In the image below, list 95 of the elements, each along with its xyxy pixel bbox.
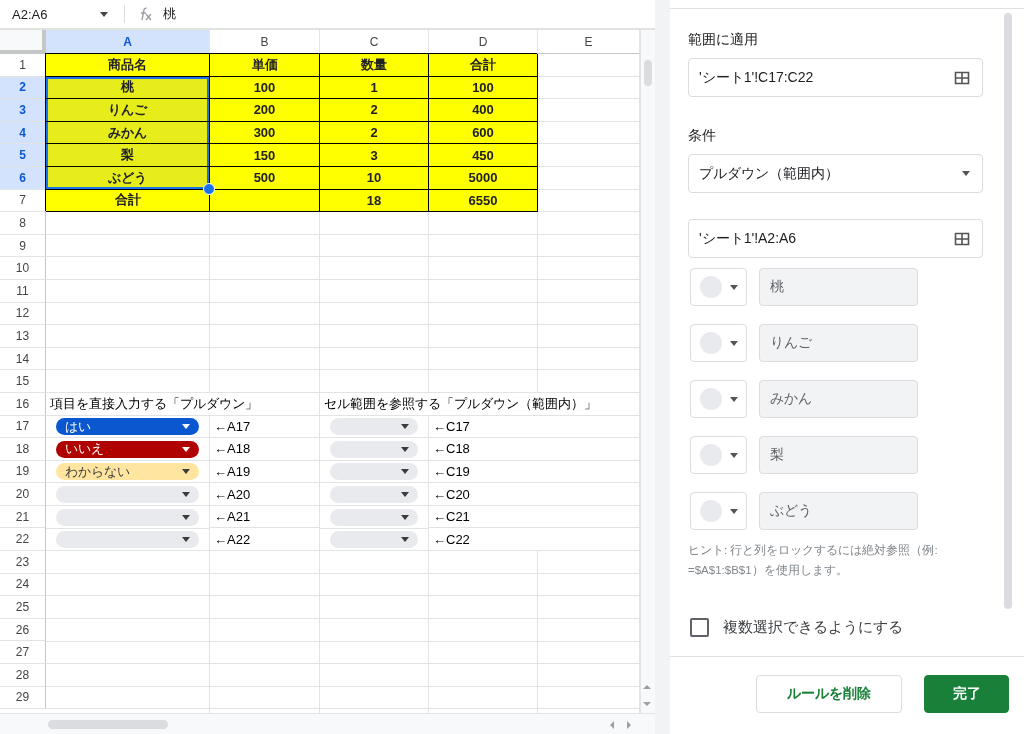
- corner-header[interactable]: [0, 30, 46, 54]
- table-cell: 3: [320, 144, 429, 167]
- table-cell: 6550: [429, 189, 538, 213]
- column-header[interactable]: A: [46, 30, 210, 54]
- table-cell: 合計: [429, 54, 538, 77]
- dropdown-chip[interactable]: [330, 531, 418, 549]
- option-field[interactable]: みかん: [759, 380, 918, 418]
- table-cell: 数量: [320, 54, 429, 77]
- color-picker-button[interactable]: [690, 380, 747, 418]
- caret-icon: [182, 446, 190, 452]
- color-picker-button[interactable]: [690, 324, 747, 362]
- table-cell: ←C22: [429, 528, 640, 552]
- row-header[interactable]: 5: [0, 144, 46, 167]
- row-header[interactable]: 22: [0, 528, 46, 552]
- color-picker-button[interactable]: [690, 268, 747, 306]
- caret-icon: [730, 452, 738, 458]
- caret-icon: [730, 508, 738, 514]
- grid-icon[interactable]: [954, 230, 970, 247]
- row-header[interactable]: 6: [0, 166, 46, 190]
- caret-icon: [401, 469, 409, 475]
- row-header[interactable]: 4: [0, 121, 46, 145]
- horizontal-scrollbar[interactable]: [0, 713, 655, 734]
- dropdown-chip[interactable]: [330, 418, 418, 436]
- dropdown-chip[interactable]: [330, 440, 418, 458]
- table-cell: 500: [210, 166, 320, 190]
- checkbox[interactable]: [690, 618, 709, 637]
- dropdown-chip[interactable]: [330, 508, 418, 526]
- field-label: 条件: [688, 127, 717, 145]
- table-cell: みかん: [46, 121, 210, 145]
- option-field[interactable]: ぶどう: [759, 492, 918, 530]
- caret-icon: [730, 284, 738, 290]
- vertical-scrollbar[interactable]: [640, 30, 655, 714]
- row-header[interactable]: 3: [0, 99, 46, 122]
- table-cell: 桃: [46, 76, 210, 100]
- caret-icon: [730, 340, 738, 346]
- option-field[interactable]: りんご: [759, 324, 918, 362]
- dropdown-chip[interactable]: [330, 463, 418, 481]
- caret-icon: [401, 446, 409, 452]
- caret-icon: [401, 424, 409, 430]
- checkbox-label: 複数選択できるようにする: [723, 618, 903, 637]
- dropdown-chip[interactable]: わからない: [56, 463, 199, 481]
- formula-field[interactable]: 桃: [163, 5, 176, 23]
- caret-icon: [182, 514, 190, 520]
- dropdown-chip[interactable]: [56, 486, 199, 504]
- table-cell: 150: [210, 144, 320, 167]
- row-header[interactable]: 21: [0, 505, 46, 529]
- caret-icon: [730, 396, 738, 402]
- caret-icon: [100, 11, 108, 17]
- option-field[interactable]: 桃: [759, 268, 918, 306]
- grid-icon[interactable]: [954, 69, 970, 86]
- table-cell: 合計: [46, 189, 210, 213]
- condition-dropdown[interactable]: プルダウン（範囲内）: [688, 154, 983, 193]
- scrollbar[interactable]: [1004, 13, 1012, 609]
- table-cell: 10: [320, 166, 429, 190]
- caret-icon: [401, 492, 409, 498]
- table-cell: 200: [210, 99, 320, 122]
- table-cell: 2: [320, 99, 429, 122]
- table-cell: ←C21: [429, 505, 640, 529]
- row-header[interactable]: 2: [0, 76, 46, 100]
- table-cell: 5000: [429, 166, 538, 190]
- hint-text: ヒント: 行と列をロックするには絶対参照（例: =$A$1:$B$1）を使用します。: [688, 543, 939, 578]
- table-cell: 100: [210, 76, 320, 100]
- dropdown-chip[interactable]: [56, 531, 199, 549]
- name-box[interactable]: A2:A6: [12, 6, 82, 22]
- caret-icon: [401, 537, 409, 543]
- caret-icon: [182, 469, 190, 475]
- table-cell: 600: [429, 121, 538, 145]
- field-label: 範囲に適用: [688, 31, 759, 49]
- row-header[interactable]: 26: [0, 618, 46, 642]
- dropdown-chip[interactable]: はい: [56, 418, 199, 436]
- table-cell: りんご: [46, 99, 210, 122]
- table-cell: 商品名: [46, 54, 210, 77]
- dropdown-chip[interactable]: [56, 508, 199, 526]
- table-cell: 300: [210, 121, 320, 145]
- caret-icon: [401, 514, 409, 520]
- dropdown-chip[interactable]: いいえ: [56, 440, 199, 458]
- caret-icon: [962, 171, 970, 176]
- table-cell: 梨: [46, 144, 210, 167]
- table-cell: 400: [429, 99, 538, 122]
- range-field[interactable]: 'シート1'!C17:C22: [688, 58, 983, 97]
- range-field[interactable]: 'シート1'!A2:A6: [688, 219, 983, 258]
- dropdown-chip[interactable]: [330, 486, 418, 504]
- delete-rule-button[interactable]: ルールを削除: [756, 675, 902, 713]
- table-cell: 単価: [210, 54, 320, 77]
- table-cell: 450: [429, 144, 538, 167]
- caret-icon: [182, 424, 190, 430]
- table-cell: 100: [429, 76, 538, 100]
- caret-icon: [182, 537, 190, 543]
- row-header[interactable]: 27: [0, 641, 46, 665]
- option-field[interactable]: 梨: [759, 436, 918, 474]
- caret-icon: [182, 492, 190, 498]
- color-picker-button[interactable]: [690, 492, 747, 530]
- done-button[interactable]: 完了: [924, 675, 1009, 713]
- table-cell: 18: [320, 189, 429, 213]
- color-picker-button[interactable]: [690, 436, 747, 474]
